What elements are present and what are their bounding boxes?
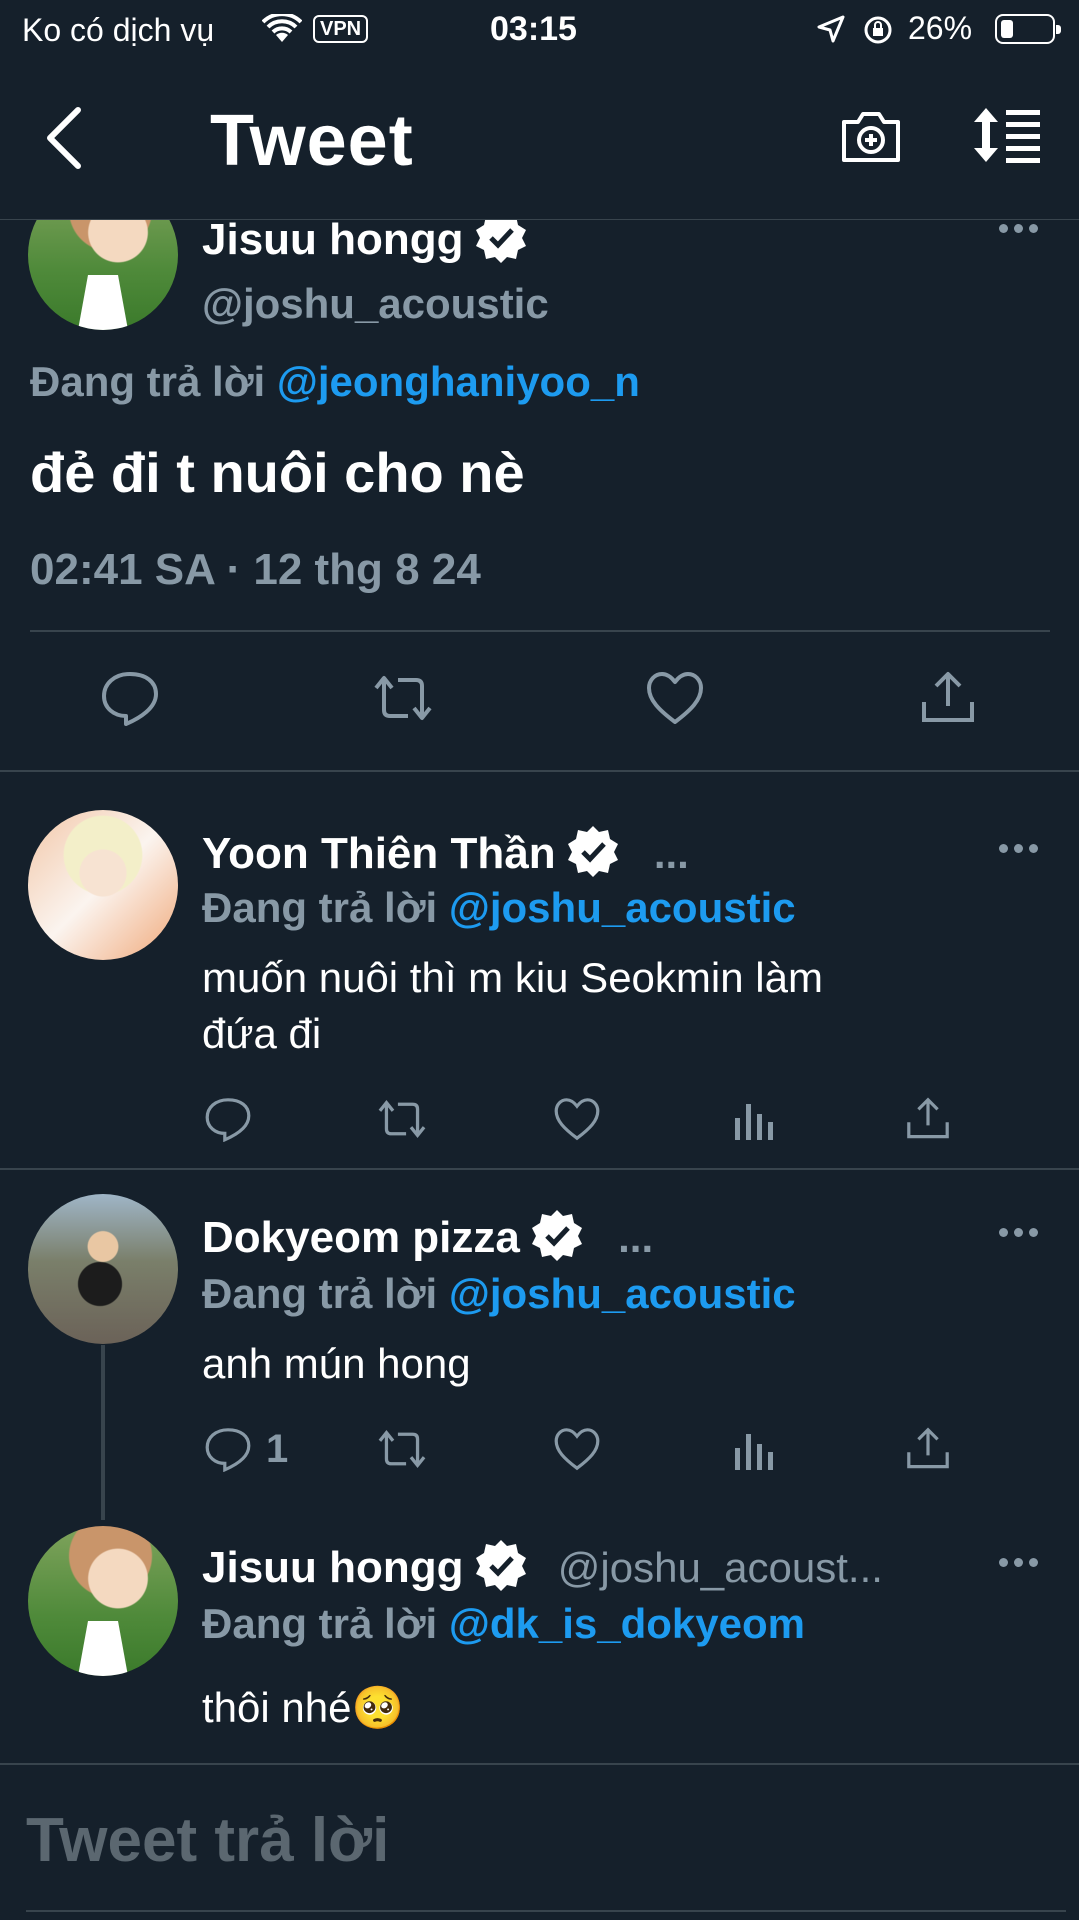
more-options-icon[interactable] <box>999 1228 1039 1240</box>
share-icon[interactable] <box>918 670 978 731</box>
location-icon <box>816 14 846 52</box>
reply-input-placeholder[interactable]: Tweet trả lời <box>26 1805 389 1876</box>
wifi-icon <box>261 12 303 52</box>
avatar[interactable] <box>28 810 178 960</box>
verified-badge-icon <box>566 824 620 889</box>
author-handle: ... <box>653 830 689 878</box>
mention-link[interactable]: @joshu_acoustic <box>449 884 796 931</box>
like-icon[interactable] <box>645 670 705 731</box>
tweet-text: muốn nuôi thì m kiu Seokmin làm đứa đi <box>202 954 823 1057</box>
tweet-text: anh mún hong <box>202 1340 471 1387</box>
reply-icon[interactable]: 1 <box>204 1426 288 1472</box>
mention-link[interactable]: @dk_is_dokyeom <box>449 1600 805 1647</box>
tweet-actions: 1 <box>0 1426 1079 1486</box>
author-name[interactable]: Dokyeom pizza ... <box>202 1208 653 1273</box>
like-icon[interactable] <box>553 1426 601 1472</box>
reply-count: 1 <box>266 1426 289 1471</box>
verified-badge-icon <box>474 220 528 275</box>
analytics-icon[interactable] <box>733 1096 777 1142</box>
status-bar: Ko có dịch vụ VPN 03:15 26% <box>0 0 1079 62</box>
more-options-icon[interactable] <box>999 844 1039 856</box>
reply-icon[interactable] <box>100 670 160 731</box>
tweet-actions <box>0 670 1079 750</box>
reply-composer[interactable]: Tweet trả lời <box>0 1765 1079 1920</box>
analytics-icon[interactable] <box>733 1426 777 1472</box>
author-name[interactable]: Jisuu hongg <box>202 220 528 275</box>
replying-to: Đang trả lời @joshu_acoustic <box>202 1270 796 1317</box>
tweet-text: đẻ đi t nuôi cho nè <box>30 441 525 504</box>
carrier-label: Ko có dịch vụ <box>22 12 215 48</box>
verified-badge-icon <box>530 1208 584 1273</box>
author-name[interactable]: Jisuu hongg @joshu_acoust... <box>202 1538 883 1603</box>
clock: 03:15 <box>490 10 577 48</box>
reply-tweet[interactable]: Dokyeom pizza ... Đang trả lời @joshu_ac… <box>0 1170 1079 1765</box>
retweet-icon[interactable] <box>370 670 436 731</box>
avatar[interactable] <box>28 220 178 330</box>
share-icon[interactable] <box>904 1096 952 1142</box>
more-options-icon[interactable] <box>999 224 1039 236</box>
divider <box>30 630 1050 632</box>
mention-link[interactable]: @jeonghaniyoo_n <box>277 358 640 405</box>
more-options-icon[interactable] <box>999 1558 1039 1570</box>
vpn-badge: VPN <box>313 15 369 43</box>
battery-icon <box>995 14 1061 44</box>
reply-icon[interactable] <box>204 1096 252 1142</box>
rotation-lock-icon <box>862 14 894 54</box>
tweet-timestamp: 02:41 SA · 12 thg 8 24 <box>30 545 481 594</box>
share-icon[interactable] <box>904 1426 952 1472</box>
sort-icon[interactable] <box>972 106 1044 169</box>
replying-to: Đang trả lời @dk_is_dokyeom <box>202 1600 806 1647</box>
camera-plus-icon[interactable] <box>840 106 902 171</box>
divider <box>26 1910 1066 1912</box>
avatar[interactable] <box>28 1194 178 1344</box>
tweet-text: thôi nhé🥺 <box>202 1684 404 1731</box>
main-tweet: Jisuu hongg @joshu_acoustic Đang trả lời… <box>0 220 1079 772</box>
retweet-icon[interactable] <box>375 1426 429 1472</box>
mention-link[interactable]: @joshu_acoustic <box>449 1270 796 1317</box>
author-handle[interactable]: @joshu_acoustic <box>202 280 549 328</box>
author-name[interactable]: Yoon Thiên Thần ... <box>202 824 689 889</box>
reply-tweet[interactable]: Yoon Thiên Thần ... Đang trả lời @joshu_… <box>0 772 1079 1170</box>
page-title: Tweet <box>210 101 414 181</box>
replying-to: Đang trả lời @joshu_acoustic <box>202 884 796 931</box>
tweet-actions <box>0 1096 1079 1156</box>
author-handle: @joshu_acoust... <box>557 1544 883 1592</box>
retweet-icon[interactable] <box>375 1096 429 1142</box>
back-arrow-icon[interactable] <box>40 102 90 174</box>
like-icon[interactable] <box>553 1096 601 1142</box>
verified-badge-icon <box>474 1538 528 1603</box>
replying-to: Đang trả lời @jeonghaniyoo_n <box>30 358 640 405</box>
battery-percent: 26% <box>908 10 973 46</box>
author-handle: ... <box>618 1214 654 1262</box>
avatar[interactable] <box>28 1526 178 1676</box>
nav-bar: Tweet <box>0 62 1079 220</box>
